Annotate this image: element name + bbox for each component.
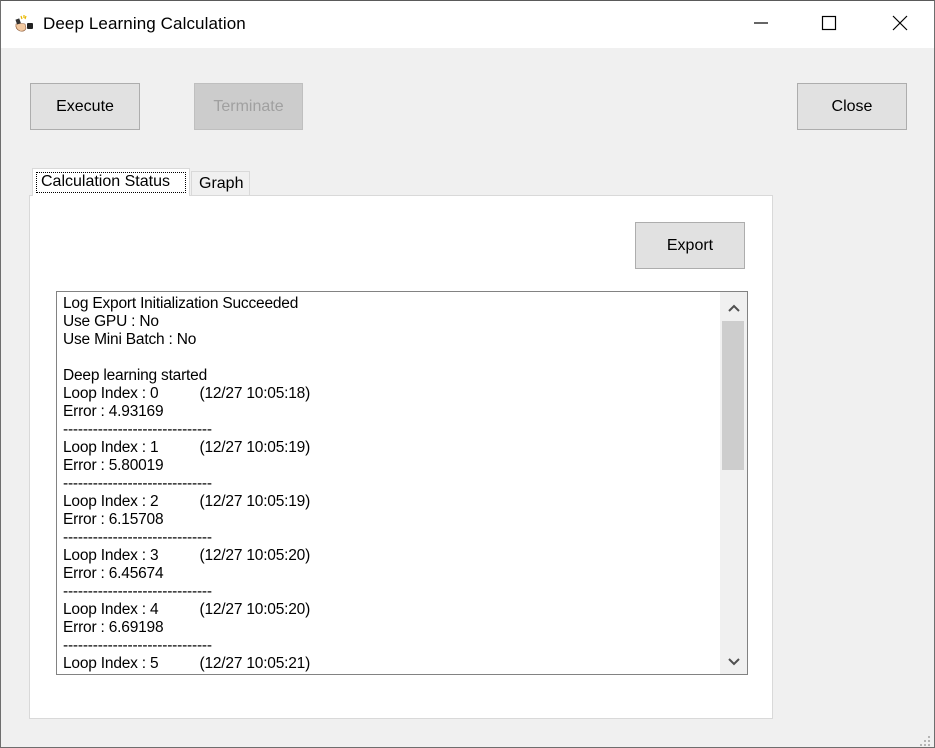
- log-line: Loop Index : 5 (12/27 10:05:21): [63, 655, 311, 672]
- resize-grip-icon[interactable]: [919, 732, 931, 746]
- close-icon: [891, 14, 909, 36]
- log-line: Error : 6.15708: [63, 511, 164, 528]
- log-line: Deep learning started: [63, 367, 208, 384]
- log-line: ------------------------------: [63, 637, 212, 654]
- maximize-icon: [821, 15, 837, 35]
- title-bar[interactable]: Deep Learning Calculation: [1, 1, 934, 48]
- app-icon: [13, 14, 35, 34]
- minimize-button[interactable]: [738, 1, 784, 48]
- log-scrollbar[interactable]: [720, 292, 747, 674]
- window-title: Deep Learning Calculation: [43, 14, 246, 33]
- log-line: Use Mini Batch : No: [63, 331, 197, 348]
- tab-graph[interactable]: Graph: [191, 171, 250, 196]
- log-line: Use GPU : No: [63, 313, 159, 330]
- log-line: Loop Index : 3 (12/27 10:05:20): [63, 547, 311, 564]
- log-line: Error : 6.69198: [63, 619, 164, 636]
- log-line: Error : 6.45674: [63, 565, 164, 582]
- terminate-button: Terminate: [194, 83, 303, 130]
- log-text: Log Export Initialization Succeeded Use G…: [63, 295, 713, 673]
- minimize-icon: [753, 15, 769, 35]
- scroll-up-button[interactable]: [720, 292, 747, 320]
- export-button[interactable]: Export: [635, 222, 745, 269]
- log-line: Loop Index : 0 (12/27 10:05:18): [63, 385, 311, 402]
- log-line: ------------------------------: [63, 475, 212, 492]
- log-line: Loop Index : 1 (12/27 10:05:19): [63, 439, 311, 456]
- maximize-button[interactable]: [806, 1, 852, 48]
- log-textbox[interactable]: Log Export Initialization Succeeded Use G…: [56, 291, 748, 675]
- tab-label: Calculation Status: [36, 172, 186, 193]
- log-line: ------------------------------: [63, 583, 212, 600]
- log-line: Loop Index : 4 (12/27 10:05:20): [63, 601, 311, 618]
- chevron-down-icon: [727, 651, 740, 670]
- close-window-button[interactable]: [877, 1, 923, 48]
- log-line: ------------------------------: [63, 529, 212, 546]
- scroll-down-button[interactable]: [720, 646, 747, 674]
- log-line: Loop Index : 2 (12/27 10:05:19): [63, 493, 311, 510]
- chevron-up-icon: [727, 297, 740, 316]
- log-line: Error : 4.93169: [63, 403, 164, 420]
- close-button[interactable]: Close: [797, 83, 907, 130]
- log-line: ------------------------------: [63, 421, 212, 438]
- tab-calculation-status[interactable]: Calculation Status: [32, 168, 190, 196]
- main-window: Deep Learning Calculation Execute Termin…: [0, 0, 935, 748]
- log-line: Log Export Initialization Succeeded: [63, 295, 299, 312]
- log-line: Error : 5.80019: [63, 457, 164, 474]
- scroll-thumb[interactable]: [722, 321, 744, 470]
- execute-button[interactable]: Execute: [30, 83, 140, 130]
